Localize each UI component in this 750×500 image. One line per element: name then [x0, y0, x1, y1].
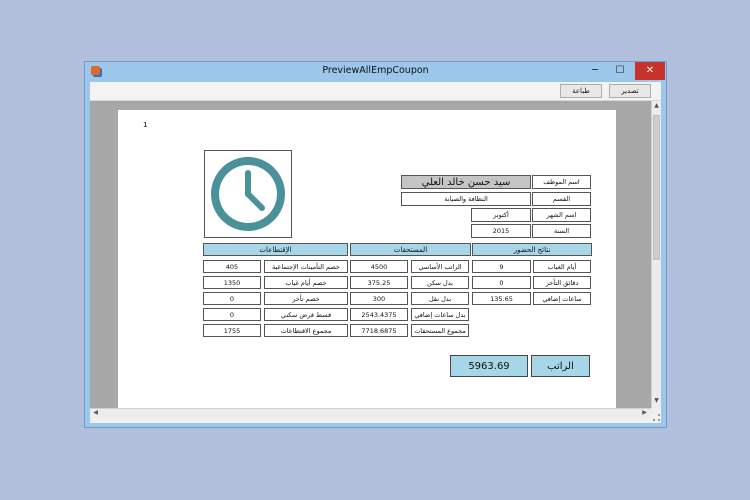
salary-label: الراتب — [531, 355, 590, 377]
deduction-total-label: مجموع الاقتطاعات — [264, 324, 348, 337]
employee-photo — [204, 150, 292, 238]
attendance-value: 9 — [472, 260, 531, 273]
page-number: 1 — [143, 121, 148, 129]
resize-grip[interactable] — [653, 414, 660, 421]
month-label: اسم الشهر — [532, 208, 591, 222]
earning-value: 2543.4375 — [350, 308, 408, 321]
attendance-label: أيام الغياب — [533, 260, 591, 273]
department-label: القسم — [532, 192, 591, 206]
department-value: النظافة والصيانة — [401, 192, 531, 206]
earning-label: بدل نقل — [411, 292, 469, 305]
earning-value: 300 — [350, 292, 408, 305]
deduction-label: خصم أيام غياب — [264, 276, 348, 289]
attendance-value: 135.65 — [472, 292, 531, 305]
earning-value: 375.25 — [350, 276, 408, 289]
deduction-label: خصم التأمينات الإجتماعية — [264, 260, 348, 273]
employee-name-label: اسم الموظف — [532, 175, 591, 189]
deduction-value: 405 — [203, 260, 261, 273]
scroll-left-icon[interactable]: ◀ — [91, 409, 100, 416]
attendance-label: دقائق التأخر — [533, 276, 591, 289]
horizontal-scrollbar[interactable]: ◀ ▶ — [90, 408, 651, 418]
scroll-down-icon[interactable]: ▼ — [652, 397, 661, 404]
print-button[interactable]: طباعة — [560, 84, 602, 98]
scroll-up-icon[interactable]: ▲ — [652, 102, 661, 109]
earning-label: بدل سكن — [411, 276, 469, 289]
attendance-value: 0 — [472, 276, 531, 289]
salary-value: 5963.69 — [450, 355, 528, 377]
earning-label: الراتب الأساسي — [411, 260, 469, 273]
earning-total-value: 7718.6875 — [350, 324, 408, 337]
year-value: 2015 — [471, 224, 531, 238]
client-area: طباعة تصدير 1 سيد حسن خالد العلي اسم الم… — [90, 82, 661, 423]
maximize-button[interactable]: ☐ — [608, 62, 632, 80]
attendance-header: نتائج الحضور — [472, 243, 592, 256]
close-button[interactable]: ✕ — [635, 62, 665, 80]
window-title: PreviewAllEmpCoupon — [322, 65, 429, 76]
report-page: 1 سيد حسن خالد العلي اسم الموظف النظافة … — [118, 110, 616, 408]
earning-value: 4500 — [350, 260, 408, 273]
deduction-value: 0 — [203, 308, 261, 321]
minimize-button[interactable]: ─ — [583, 62, 607, 80]
toolbar: طباعة تصدير — [90, 82, 661, 101]
deduction-label: خصم تأخر — [264, 292, 348, 305]
deduction-total-value: 1755 — [203, 324, 261, 337]
deduction-label: قسط قرض سكني — [264, 308, 348, 321]
deduction-value: 1350 — [203, 276, 261, 289]
attendance-label: ساعات إضافي — [533, 292, 591, 305]
vertical-scrollbar[interactable]: ▲ ▼ — [651, 101, 661, 408]
clock-icon — [211, 157, 285, 231]
earning-label: بدل ساعات إضافي — [411, 308, 469, 321]
employee-name-value: سيد حسن خالد العلي — [401, 175, 531, 189]
title-bar[interactable]: PreviewAllEmpCoupon ─ ☐ ✕ — [85, 62, 666, 82]
export-button[interactable]: تصدير — [609, 84, 651, 98]
report-viewer: 1 سيد حسن خالد العلي اسم الموظف النظافة … — [90, 101, 651, 408]
year-label: السنة — [532, 224, 591, 238]
earning-total-label: مجموع المستحقات — [411, 324, 469, 337]
scroll-right-icon[interactable]: ▶ — [640, 409, 649, 416]
vertical-scroll-thumb[interactable] — [653, 115, 660, 260]
earnings-header: المستحقات — [350, 243, 471, 256]
preview-window: PreviewAllEmpCoupon ─ ☐ ✕ طباعة تصدير 1 — [84, 61, 667, 428]
deduction-value: 0 — [203, 292, 261, 305]
month-value: أكتوبر — [471, 208, 531, 222]
deductions-header: الإقتطاعات — [203, 243, 348, 256]
